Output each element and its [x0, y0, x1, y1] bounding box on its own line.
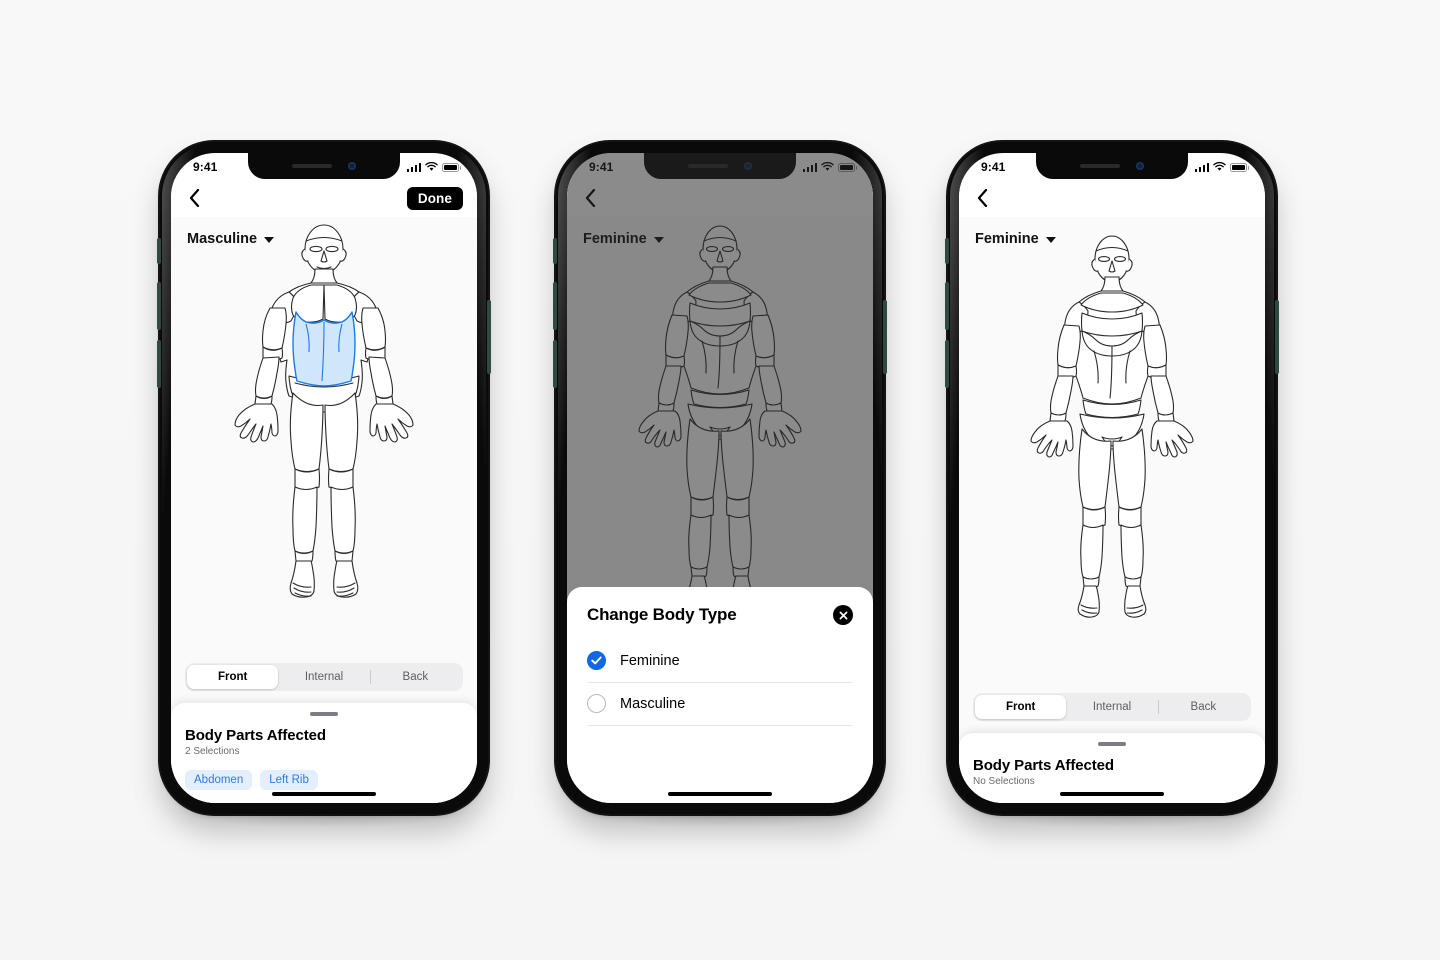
- chevron-down-icon: [264, 237, 275, 243]
- status-time: 9:41: [193, 160, 218, 174]
- body-type-label: Feminine: [975, 231, 1039, 247]
- volume-down-button[interactable]: [945, 340, 949, 388]
- status-icons: [1194, 162, 1249, 172]
- option-feminine[interactable]: Feminine: [587, 640, 853, 683]
- option-label-feminine: Feminine: [620, 652, 680, 669]
- selected-parts-chips: Abdomen Left Rib: [185, 770, 463, 790]
- sheet-title: Body Parts Affected: [185, 727, 326, 744]
- option-label-masculine: Masculine: [620, 695, 686, 712]
- nav-bar-3: [959, 179, 1265, 217]
- body-type-options: Feminine Masculine: [587, 640, 853, 726]
- phone-1: 9:41 Done Masculine Front Internal Back …: [157, 142, 491, 828]
- front-camera-icon: [348, 162, 356, 170]
- change-body-type-modal: Change Body Type Feminine Masculine: [567, 587, 873, 803]
- home-indicator[interactable]: [272, 792, 376, 796]
- body-type-label: Masculine: [187, 231, 258, 247]
- speaker-grille-icon: [292, 164, 332, 168]
- power-button[interactable]: [487, 300, 491, 374]
- phone-3: 9:41 Feminine Front Internal Back Body P…: [945, 142, 1279, 828]
- cellular-signal-icon: [406, 162, 421, 172]
- volume-down-button[interactable]: [553, 340, 557, 388]
- phone-2: 9:41: [553, 142, 887, 828]
- highlighted-region-abdomen: [292, 311, 356, 387]
- modal-title: Change Body Type: [587, 605, 737, 624]
- notch: [1036, 153, 1188, 179]
- body-type-dropdown-1[interactable]: Masculine: [187, 231, 275, 247]
- screen-2: 9:41: [567, 153, 873, 803]
- done-button[interactable]: Done: [406, 186, 463, 210]
- segment-internal[interactable]: Internal: [1066, 695, 1157, 719]
- segment-back[interactable]: Back: [370, 665, 461, 689]
- volume-up-button[interactable]: [553, 282, 557, 330]
- silent-switch[interactable]: [157, 238, 161, 264]
- chevron-down-icon: [1045, 237, 1056, 243]
- wifi-icon: [1213, 162, 1226, 171]
- nav-bar-1: Done: [171, 179, 477, 217]
- power-button[interactable]: [883, 300, 887, 374]
- option-masculine[interactable]: Masculine: [587, 683, 853, 726]
- close-icon[interactable]: [833, 605, 853, 625]
- segment-front[interactable]: Front: [975, 695, 1067, 719]
- status-icons: [406, 162, 461, 172]
- status-time: 9:41: [981, 160, 1006, 174]
- sheet-subtitle: 2 Selections: [185, 746, 240, 757]
- segment-front[interactable]: Front: [187, 665, 279, 689]
- body-type-dropdown-3[interactable]: Feminine: [975, 231, 1056, 247]
- volume-up-button[interactable]: [945, 282, 949, 330]
- battery-icon: [442, 162, 461, 172]
- view-toggle-zone-3: Front Internal Back: [959, 693, 1265, 733]
- sheet-title: Body Parts Affected: [973, 757, 1114, 774]
- silent-switch[interactable]: [553, 238, 557, 264]
- battery-icon: [1230, 162, 1249, 172]
- home-indicator[interactable]: [1060, 792, 1164, 796]
- sheet-grabber[interactable]: [310, 712, 338, 716]
- body-diagram-area-3[interactable]: Feminine Front Internal Back: [959, 217, 1265, 803]
- body-parts-sheet-1[interactable]: Body Parts Affected 2 Selections Abdomen…: [171, 703, 477, 803]
- segment-back[interactable]: Back: [1158, 695, 1249, 719]
- back-button[interactable]: [183, 185, 205, 211]
- cellular-signal-icon: [1194, 162, 1209, 172]
- sheet-subtitle: No Selections: [973, 776, 1035, 787]
- screen-3: 9:41 Feminine Front Internal Back Body P…: [959, 153, 1265, 803]
- radio-unchecked-icon[interactable]: [587, 694, 606, 713]
- radio-checked-icon[interactable]: [587, 651, 606, 670]
- wifi-icon: [425, 162, 438, 171]
- chip-left-rib[interactable]: Left Rib: [260, 770, 318, 790]
- view-toggle-zone-1: Front Internal Back: [171, 663, 477, 703]
- screen-1: 9:41 Done Masculine Front Internal Back …: [171, 153, 477, 803]
- modal-header: Change Body Type: [587, 605, 853, 625]
- segment-internal[interactable]: Internal: [278, 665, 369, 689]
- speaker-grille-icon: [1080, 164, 1120, 168]
- sheet-grabber[interactable]: [1098, 742, 1126, 746]
- segmented-control-3[interactable]: Front Internal Back: [973, 693, 1251, 721]
- segmented-control-1[interactable]: Front Internal Back: [185, 663, 463, 691]
- volume-up-button[interactable]: [157, 282, 161, 330]
- canvas: 9:41 Done Masculine Front Internal Back …: [0, 0, 1440, 960]
- volume-down-button[interactable]: [157, 340, 161, 388]
- chip-abdomen[interactable]: Abdomen: [185, 770, 253, 790]
- power-button[interactable]: [1275, 300, 1279, 374]
- silent-switch[interactable]: [945, 238, 949, 264]
- home-indicator[interactable]: [668, 792, 772, 796]
- notch: [248, 153, 400, 179]
- front-camera-icon: [1136, 162, 1144, 170]
- back-button[interactable]: [971, 185, 993, 211]
